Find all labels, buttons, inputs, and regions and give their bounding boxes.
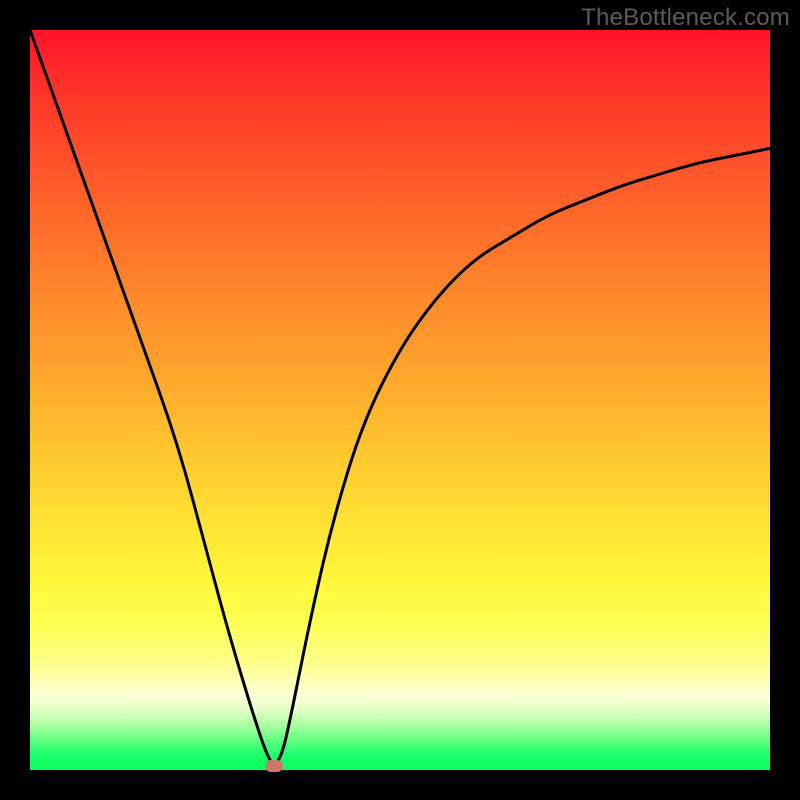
chart-frame: TheBottleneck.com [0,0,800,800]
plot-area [30,30,770,770]
curve-svg [30,30,770,770]
attribution-label: TheBottleneck.com [581,4,790,32]
optimum-marker [265,760,283,772]
bottleneck-curve [30,30,770,764]
